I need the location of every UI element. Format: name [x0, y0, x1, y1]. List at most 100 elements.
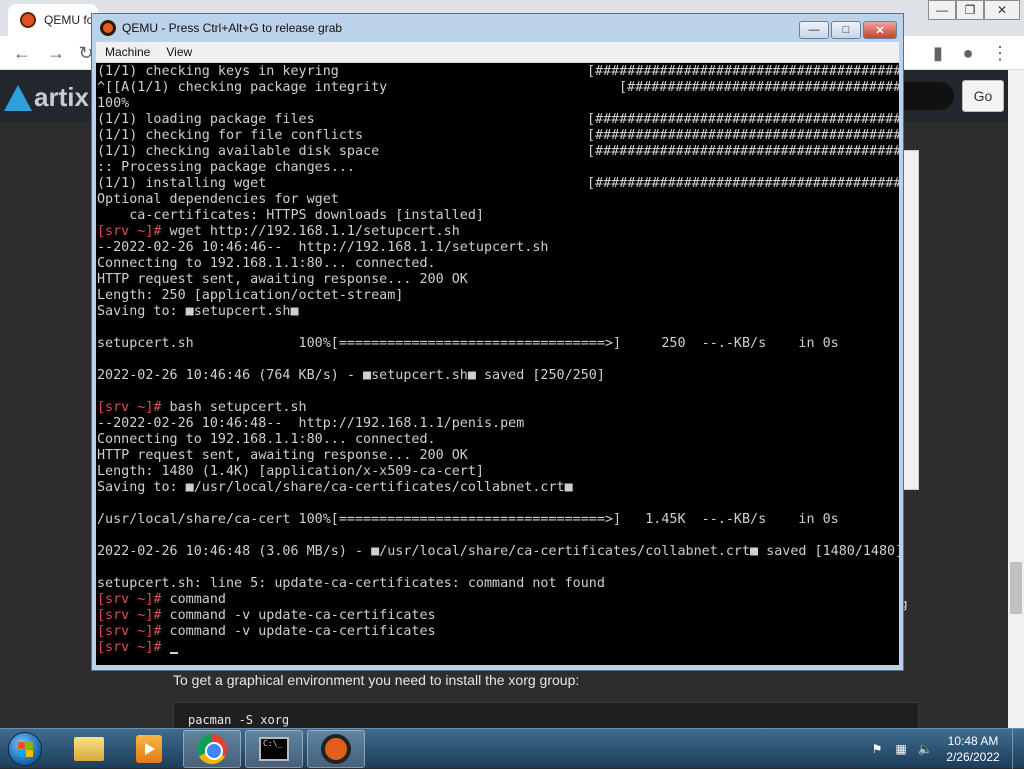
chrome-tab-title: QEMU fo: [44, 13, 94, 27]
terminal-output: (1/1) checking available disk space: [97, 144, 380, 159]
taskbar-chrome[interactable]: [183, 730, 241, 768]
clock-date: 2/26/2022: [946, 750, 1000, 764]
qemu-minimize-button[interactable]: —: [799, 21, 829, 39]
chrome-tab[interactable]: QEMU fo: [8, 4, 98, 36]
terminal-line: --2022-02-26 10:46:48-- http://192.168.1…: [97, 416, 524, 432]
action-center-flag-icon[interactable]: ⚑: [868, 740, 886, 758]
command-prompt-icon: C:\_: [259, 737, 289, 761]
terminal-output: :: Processing package changes...: [97, 160, 355, 175]
wiki-search-input[interactable]: [904, 82, 954, 110]
shell-prompt: [srv ~]#: [97, 624, 162, 639]
terminal-output: (1/1) checking for file conflicts: [97, 128, 364, 143]
terminal-line: [srv ~]#: [97, 640, 178, 656]
qemu-close-button[interactable]: ✕: [863, 21, 897, 39]
terminal-output: HTTP request sent, awaiting response... …: [97, 448, 468, 463]
terminal-line: Connecting to 192.168.1.1:80... connecte…: [97, 256, 436, 272]
clock[interactable]: 10:48 AM 2/26/2022: [940, 733, 1006, 765]
qemu-favicon-icon: [20, 12, 36, 28]
terminal-line: (1/1) checking keys in keyring [#########…: [97, 64, 899, 80]
terminal-output: HTTP request sent, awaiting response... …: [97, 272, 468, 287]
terminal-line: --2022-02-26 10:46:46-- http://192.168.1…: [97, 240, 548, 256]
chrome-restore-button[interactable]: ❐: [956, 0, 984, 20]
terminal-output: Saving to: ■/usr/local/share/ca-certific…: [97, 480, 573, 495]
terminal-line: Saving to: ■/usr/local/share/ca-certific…: [97, 480, 573, 496]
terminal-line: [srv ~]# command -v update-ca-certificat…: [97, 608, 436, 624]
terminal-line: Length: 1480 (1.4K) [application/x-x509-…: [97, 464, 484, 480]
forward-arrow-icon[interactable]: →: [44, 41, 68, 65]
close-icon: ✕: [875, 24, 885, 37]
terminal-output: /usr/local/share/ca-cert 100%[==========…: [97, 512, 839, 527]
terminal-line: setupcert.sh 100%[======================…: [97, 336, 839, 352]
terminal-line: (1/1) installing wget [##################…: [97, 176, 899, 192]
terminal-output: 100%: [97, 96, 130, 111]
terminal-line: (1/1) checking available disk space [####…: [97, 144, 899, 160]
inner-scrollbar[interactable]: [903, 150, 919, 490]
terminal-line: :: Processing package changes...: [97, 160, 355, 176]
volume-icon[interactable]: 🔈: [916, 740, 934, 758]
terminal-line: (1/1) loading package files [############…: [97, 112, 899, 128]
profile-avatar-icon[interactable]: ●: [956, 41, 980, 65]
qemu-icon: [321, 734, 351, 764]
artix-logo[interactable]: artix: [4, 82, 89, 113]
shell-prompt: [srv ~]#: [97, 224, 162, 239]
terminal-line: [srv ~]# wget http://192.168.1.1/setupce…: [97, 224, 460, 240]
vm-terminal[interactable]: (1/1) checking keys in keyring [#########…: [96, 63, 899, 665]
menu-machine[interactable]: Machine: [105, 45, 150, 59]
terminal-line: (1/1) checking for file conflicts [######…: [97, 128, 899, 144]
network-icon[interactable]: ▦: [892, 740, 910, 758]
progress-bar-text: [######################################]…: [587, 128, 899, 143]
terminal-output: (1/1) loading package files: [97, 112, 315, 127]
qemu-titlebar[interactable]: QEMU - Press Ctrl+Alt+G to release grab …: [92, 14, 903, 42]
terminal-output: setupcert.sh 100%[======================…: [97, 336, 839, 351]
shell-command: wget http://192.168.1.1/setupcert.sh: [161, 224, 460, 239]
terminal-line: HTTP request sent, awaiting response... …: [97, 272, 468, 288]
taskbar-explorer[interactable]: [60, 730, 118, 768]
taskbar-qemu[interactable]: [307, 730, 365, 768]
chrome-menu-icon[interactable]: ⋮: [988, 41, 1012, 65]
terminal-output: 2022-02-26 10:46:48 (3.06 MB/s) - ■/usr/…: [97, 544, 899, 559]
folder-icon: [74, 737, 104, 761]
terminal-line: Length: 250 [application/octet-stream]: [97, 288, 403, 304]
media-player-icon: [136, 735, 162, 763]
terminal-line: ^[[A(1/1) checking package integrity [###…: [97, 80, 899, 96]
minimize-icon: —: [936, 3, 948, 17]
progress-bar-text: [######################################]…: [587, 144, 899, 159]
qemu-logo-icon: [100, 20, 116, 36]
taskbar-media-player[interactable]: [120, 730, 178, 768]
shell-command: command: [161, 592, 226, 607]
terminal-line: 100%: [97, 96, 129, 112]
terminal-output: setupcert.sh: line 5: update-ca-certific…: [97, 576, 605, 591]
terminal-line: 2022-02-26 10:46:46 (764 KB/s) - ■setupc…: [97, 368, 605, 384]
qemu-menubar: Machine View: [96, 42, 899, 62]
terminal-line: HTTP request sent, awaiting response... …: [97, 448, 468, 464]
terminal-line: [srv ~]# bash setupcert.sh: [97, 400, 307, 416]
shell-command: command -v update-ca-certificates: [161, 624, 436, 639]
chrome-close-button[interactable]: ✕: [984, 0, 1020, 20]
terminal-output: Optional dependencies for wget: [97, 192, 339, 207]
show-desktop-button[interactable]: [1012, 729, 1024, 769]
qemu-window-title: QEMU - Press Ctrl+Alt+G to release grab: [122, 21, 343, 35]
terminal-output: (1/1) checking keys in keyring: [97, 64, 339, 79]
qemu-maximize-button[interactable]: □: [831, 21, 861, 39]
terminal-line: [srv ~]# command: [97, 592, 226, 608]
taskbar-command-prompt[interactable]: C:\_: [245, 730, 303, 768]
windows-logo-icon: [8, 732, 42, 766]
wiki-code-text: pacman -S xorg: [188, 713, 290, 727]
menu-view[interactable]: View: [166, 45, 192, 59]
wiki-paragraph: To get a graphical environment you need …: [173, 672, 580, 688]
terminal-output: 2022-02-26 10:46:46 (764 KB/s) - ■setupc…: [97, 368, 605, 383]
page-scrollbar[interactable]: [1008, 70, 1024, 728]
shell-prompt: [srv ~]#: [97, 640, 162, 655]
back-arrow-icon[interactable]: ←: [10, 41, 34, 65]
taskbar: C:\_ ⚑ ▦ 🔈 10:48 AM 2/26/2022: [0, 728, 1024, 769]
terminal-output: --2022-02-26 10:46:48-- http://192.168.1…: [97, 416, 525, 431]
terminal-output: Length: 250 [application/octet-stream]: [97, 288, 404, 303]
page-scrollbar-thumb[interactable]: [1010, 562, 1022, 614]
go-button[interactable]: Go: [962, 80, 1004, 112]
chrome-minimize-button[interactable]: —: [928, 0, 956, 20]
terminal-output: Connecting to 192.168.1.1:80... connecte…: [97, 432, 436, 447]
sidebar-toggle-icon[interactable]: ▮: [926, 41, 950, 65]
qemu-window: QEMU - Press Ctrl+Alt+G to release grab …: [91, 13, 904, 671]
start-button[interactable]: [2, 729, 48, 769]
shell-command: bash setupcert.sh: [161, 400, 307, 415]
